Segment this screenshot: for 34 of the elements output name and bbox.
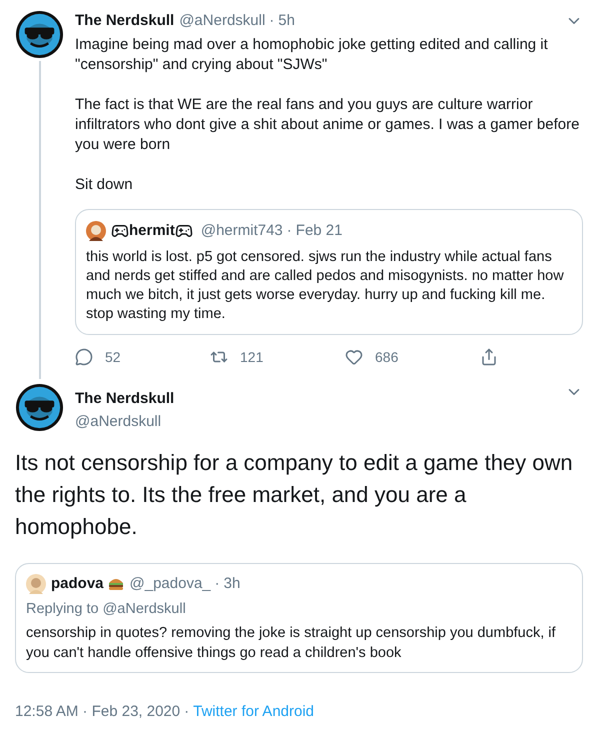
action-count: 121 [240,348,264,366]
tweet-timestamp[interactable]: 12:58 AM · Feb 23, 2020 [15,701,180,724]
tweet-text: The fact is that WE are the real fans and you guys are culture warrior infiltrators who dont give a shit about anime or games. I was a gamer before you were born [75,94,580,154]
author-name: padova [51,574,104,594]
burger-icon [108,577,124,592]
separator: · [286,220,292,240]
action-count: 52 [105,348,121,366]
author-name[interactable]: The Nerdskull [75,388,174,410]
heart-icon[interactable] [345,348,363,366]
quoted-tweet-text: censorship in quotes? removing the joke is straight up censorship you dumbfuck, if you can't handle offensive things go read a children's book [26,624,557,664]
source-link[interactable]: Twitter for Android [193,701,314,724]
quoted-tweet-card[interactable] [75,208,583,335]
share-icon[interactable] [480,348,498,366]
author-handle: @hermit743 [200,220,283,240]
action-count: 686 [375,348,398,366]
quoted-tweet-card[interactable]: padova @_padova_ · 3h Replying to @aNerdskull censorship in quotes? removing the joke is straight up censorship you dumbfuck, if you can't handle offensive things go read a children's book [15,563,583,674]
tweet-text: Sit down [75,174,134,194]
author-name[interactable]: The Nerdskull [75,10,174,32]
tweet-time: 3h [224,574,240,594]
tweet-time[interactable]: 5h [278,10,295,32]
separator: · [214,574,220,594]
author-name: hermit [129,220,175,240]
tweet-text: Imagine being mad over a homophobic joke getting edited and calling it "censorship" and crying about "SJWs" [75,34,549,74]
author-handle[interactable]: @aNerdskull [179,10,266,32]
author-handle: @_padova_ [130,574,211,594]
separator: · [184,702,190,722]
reply-icon[interactable] [75,348,93,366]
separator: · [269,11,274,31]
avatar[interactable] [86,220,106,241]
author-handle[interactable]: @aNerdskull [75,410,174,433]
replying-to: Replying to @aNerdskull [26,600,187,618]
quoted-tweet-text: this world is lost. p5 got censored. sjws run the industry while actual fans and nerds get stiffed and are called pedos and misogynists. no matter how much we bitch, it just gets worse everyday. hurry up and fucking kill me. stop wasting my time. [86,248,565,324]
tweet-time: Feb 21 [296,220,342,240]
tweet-text: Its not censorship for a company to edit a game they own the rights to. Its the free market, and you are a homophobe. [14,449,574,541]
